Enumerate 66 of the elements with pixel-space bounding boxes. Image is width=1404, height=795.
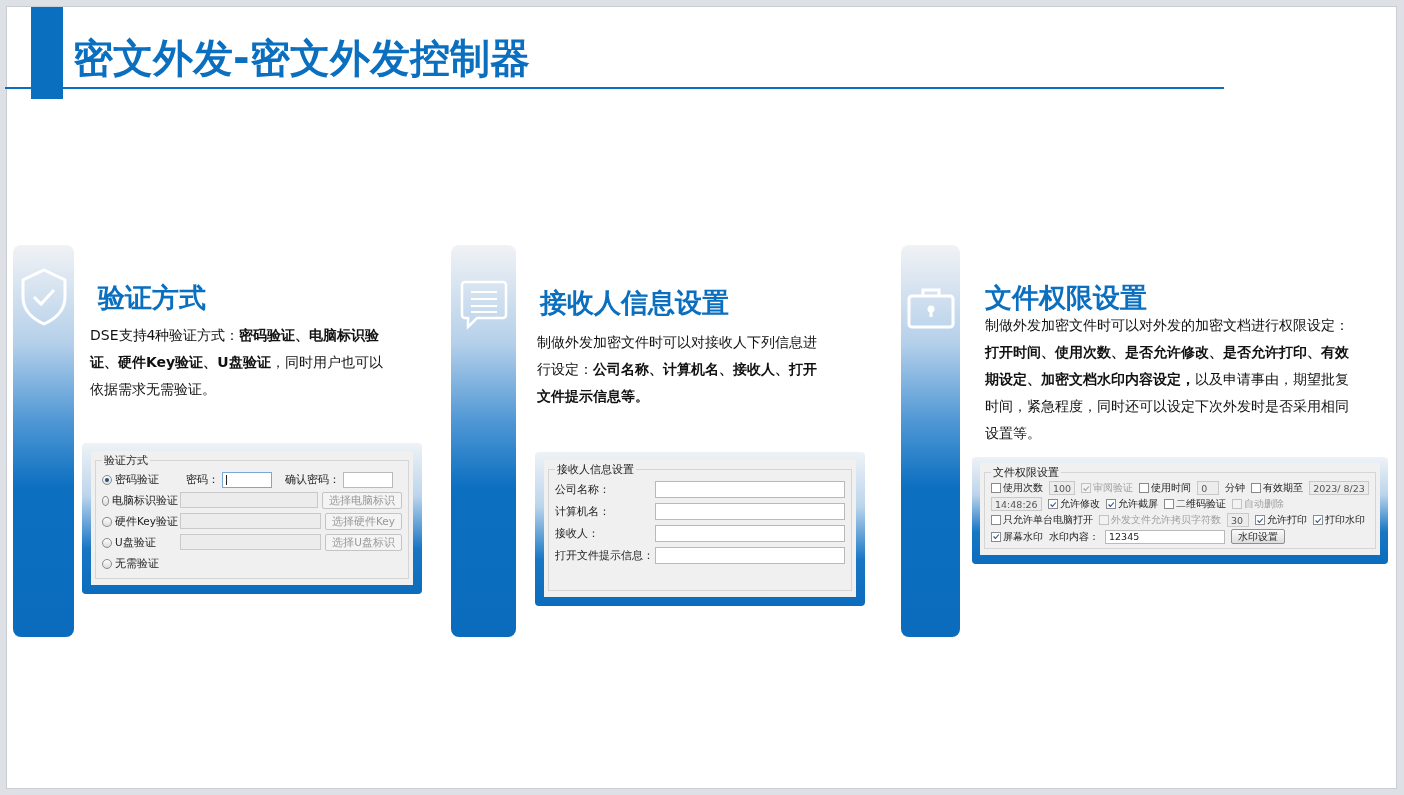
group-title: 验证方式 [103, 453, 149, 468]
message-icon [459, 279, 508, 331]
checkbox-label: 允许修改 [1059, 497, 1100, 511]
watermark-settings-button[interactable]: 水印设置 [1231, 529, 1285, 544]
checkbox-label: 使用时间 [1151, 481, 1192, 495]
checkbox-label: 有效期至 [1263, 481, 1304, 495]
checkbox-label: 审阅验证 [1093, 481, 1134, 495]
field-label: 密码： [186, 472, 219, 487]
radio-label: 电脑标识验证 [112, 493, 178, 508]
section-text: 制做外发加密文件时可以对外发的加密文档进行权限设定：打开时间、使用次数、是否允许修改、是否允许打印、有效期设定、加密文档水印内容设定，以及申请事由，期望批复时间，紧急程度，同时还可以设定下次外发时是否采用相同设置等。 [985, 316, 1350, 443]
input-field[interactable] [655, 480, 845, 498]
checkbox-label: 打印水印 [1325, 513, 1365, 527]
password-field[interactable] [343, 471, 393, 488]
input-field[interactable] [180, 492, 318, 508]
checkbox[interactable] [1047, 499, 1058, 509]
checkbox-label: 屏幕水印 [1003, 529, 1043, 544]
section-heading: 接收人信息设置 [540, 286, 729, 320]
field-label: 确认密码： [285, 472, 340, 487]
checkbox-label: 只允许单台电脑打开 [1003, 513, 1093, 527]
section-heading: 验证方式 [98, 281, 206, 315]
checkbox[interactable] [1139, 483, 1150, 493]
checkbox[interactable] [1313, 515, 1323, 525]
checkbox[interactable] [991, 483, 1001, 493]
checkbox-label: 外发文件允许拷贝字符数 [1111, 513, 1221, 527]
slide-title: 密文外发-密文外发控制器 [73, 34, 530, 83]
radio-label: 密码验证 [115, 472, 159, 487]
checkbox[interactable] [1163, 499, 1174, 509]
section-heading: 文件权限设置 [985, 281, 1147, 315]
field-label: 接收人： [555, 525, 600, 541]
radio-label: 无需验证 [115, 556, 159, 571]
checkbox[interactable] [991, 515, 1001, 525]
radio-button[interactable] [102, 558, 112, 569]
section-text: DSE支持4种验证方式：密码验证、电脑标识验证、硬件Key验证、U盘验证，同时用户也可以依据需求无需验证。 [90, 326, 384, 399]
checkbox-label: 自动删除 [1243, 497, 1284, 511]
shield-check-icon [19, 267, 68, 327]
radio-button[interactable] [102, 537, 112, 548]
radio-button[interactable] [102, 474, 112, 485]
checkbox[interactable] [991, 531, 1001, 542]
radio-label: U盘验证 [115, 535, 156, 550]
input-field[interactable] [655, 524, 845, 542]
checkbox-label: 允许打印 [1267, 513, 1307, 527]
field-label: 打开文件提示信息： [555, 547, 655, 563]
checkbox[interactable] [1105, 499, 1116, 509]
password-field[interactable] [222, 471, 272, 488]
checkbox[interactable] [1251, 483, 1262, 493]
checkbox-label: 允许截屏 [1117, 497, 1158, 511]
group-title: 接收人信息设置 [556, 462, 635, 477]
input-field[interactable] [180, 534, 322, 550]
radio-button[interactable] [102, 495, 109, 506]
briefcase-lock-icon [906, 287, 955, 329]
field-label: 分钟 [1225, 481, 1246, 495]
field-label: 水印内容： [1049, 529, 1099, 544]
group-title: 文件权限设置 [992, 465, 1060, 480]
field-label: 公司名称： [555, 481, 611, 497]
text-cursor [226, 474, 227, 485]
section-text: 制做外发加密文件时可以对接收人下列信息进行设定：公司名称、计算机名、接收人、打开文件提示信息等。 [537, 333, 818, 406]
checkbox-label: 二维码验证 [1175, 497, 1226, 511]
input-field[interactable] [655, 502, 845, 520]
checkbox[interactable] [1255, 515, 1265, 525]
radio-label: 硬件Key验证 [114, 514, 178, 529]
input-field[interactable] [180, 513, 321, 529]
radio-button[interactable] [102, 516, 112, 527]
input-field[interactable] [655, 546, 845, 564]
input-field[interactable]: 12345 [1105, 529, 1225, 544]
field-label: 计算机名： [555, 503, 611, 519]
checkbox-label: 使用次数 [1003, 481, 1043, 495]
